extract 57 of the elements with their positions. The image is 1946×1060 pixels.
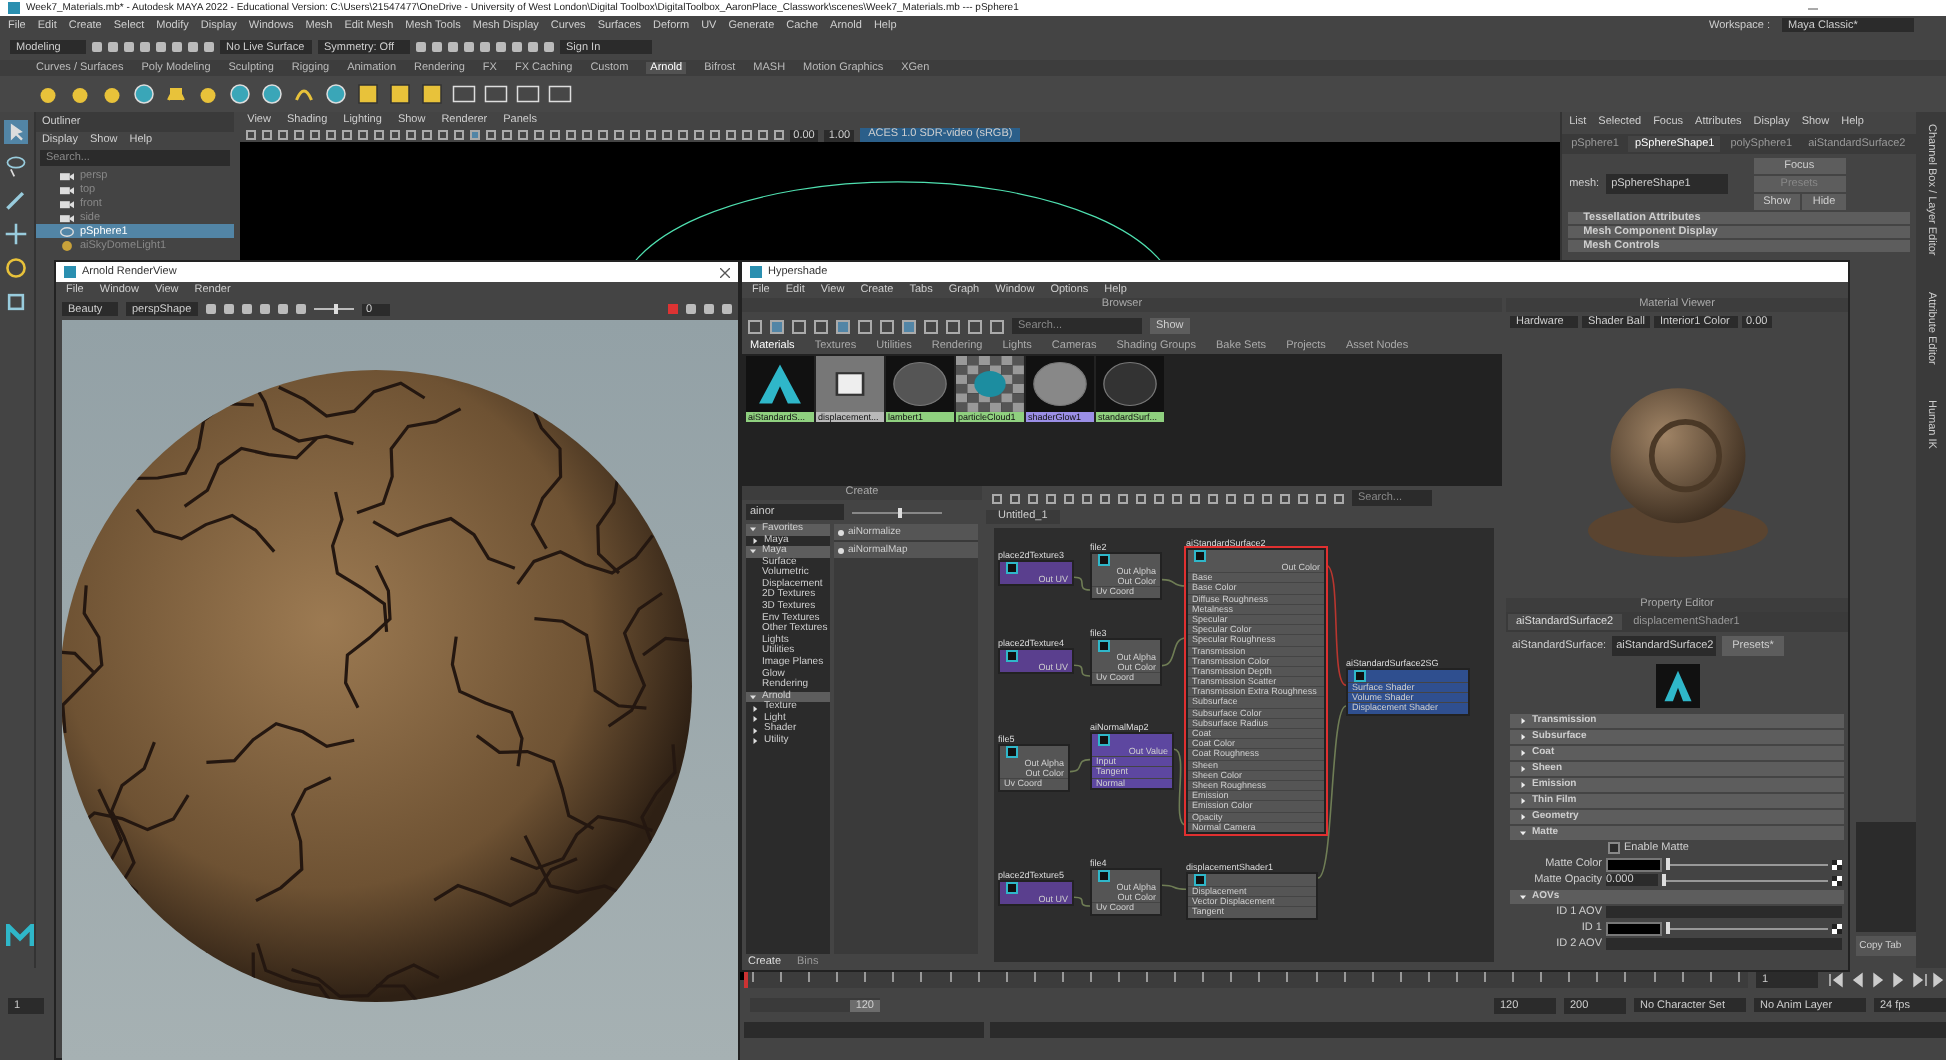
rotate-icon[interactable] [4, 256, 29, 280]
expand-arrow-icon[interactable] [1520, 781, 1526, 787]
checker-swatch-icon[interactable] [956, 356, 1024, 412]
shelf-tool-icon[interactable] [196, 82, 220, 106]
app-logo-icon [750, 266, 762, 278]
mesh-icon [59, 225, 74, 237]
expand-arrow-icon[interactable] [1520, 829, 1526, 835]
shelf-tool-icon[interactable] [356, 82, 380, 106]
triangle-logo-icon[interactable] [746, 356, 814, 412]
shelf-tool-icon[interactable] [420, 82, 444, 106]
scale-icon[interactable] [4, 290, 29, 314]
light-bulb-icon[interactable] [68, 82, 92, 106]
light-icon [59, 239, 74, 251]
command-line-field[interactable] [744, 1022, 984, 1038]
expand-arrow-icon[interactable] [1520, 813, 1526, 819]
sphere-swatch-icon[interactable] [1096, 356, 1164, 412]
connection-line [1161, 884, 1187, 890]
expand-arrow-icon[interactable] [1520, 749, 1526, 755]
shelf-tool-icon[interactable] [164, 82, 188, 106]
node-swatch-icon[interactable] [816, 356, 884, 412]
triangle-logo-icon [1655, 664, 1699, 708]
time-slider[interactable] [744, 972, 1748, 988]
move-icon[interactable] [4, 222, 29, 246]
expand-arrow-icon[interactable] [1520, 797, 1526, 803]
app-logo-icon [6, 924, 34, 948]
app-logo-icon [64, 266, 76, 278]
connection-line [1325, 564, 1347, 686]
close-icon[interactable] [720, 267, 730, 277]
connection-line [1161, 578, 1187, 587]
connection-line [1073, 664, 1091, 677]
sphere-swatch-icon[interactable] [1026, 356, 1094, 412]
playback-controls-icon[interactable] [1826, 972, 1946, 988]
connection-line [1173, 748, 1187, 826]
connection-line [1073, 896, 1091, 907]
checker-icon[interactable] [1832, 875, 1842, 885]
connection-line [1069, 758, 1091, 773]
text-field[interactable] [1606, 938, 1842, 950]
sphere-swatch-icon[interactable] [886, 356, 954, 412]
light-bulb-icon[interactable] [36, 82, 60, 106]
checker-icon[interactable] [1832, 923, 1842, 933]
text-field[interactable] [1606, 906, 1842, 918]
app-logo-icon [8, 2, 20, 14]
connection-line [1073, 576, 1091, 591]
expand-arrow-icon[interactable] [1520, 765, 1526, 771]
color-swatch[interactable] [1606, 921, 1662, 935]
expand-arrow-icon[interactable] [1520, 733, 1526, 739]
checker-icon[interactable] [1832, 859, 1842, 869]
connection-line [1161, 637, 1187, 667]
shelf-tool-icon[interactable] [388, 82, 412, 106]
shelf-tool-icon[interactable] [100, 82, 124, 106]
expand-arrow-icon[interactable] [1520, 893, 1526, 899]
expand-arrow-icon[interactable] [1520, 717, 1526, 723]
minimize-icon[interactable] [1808, 5, 1818, 11]
checkbox[interactable] [1608, 842, 1620, 854]
color-swatch[interactable] [1606, 857, 1662, 871]
brush-icon[interactable] [4, 188, 29, 212]
lasso-icon[interactable] [4, 154, 29, 178]
